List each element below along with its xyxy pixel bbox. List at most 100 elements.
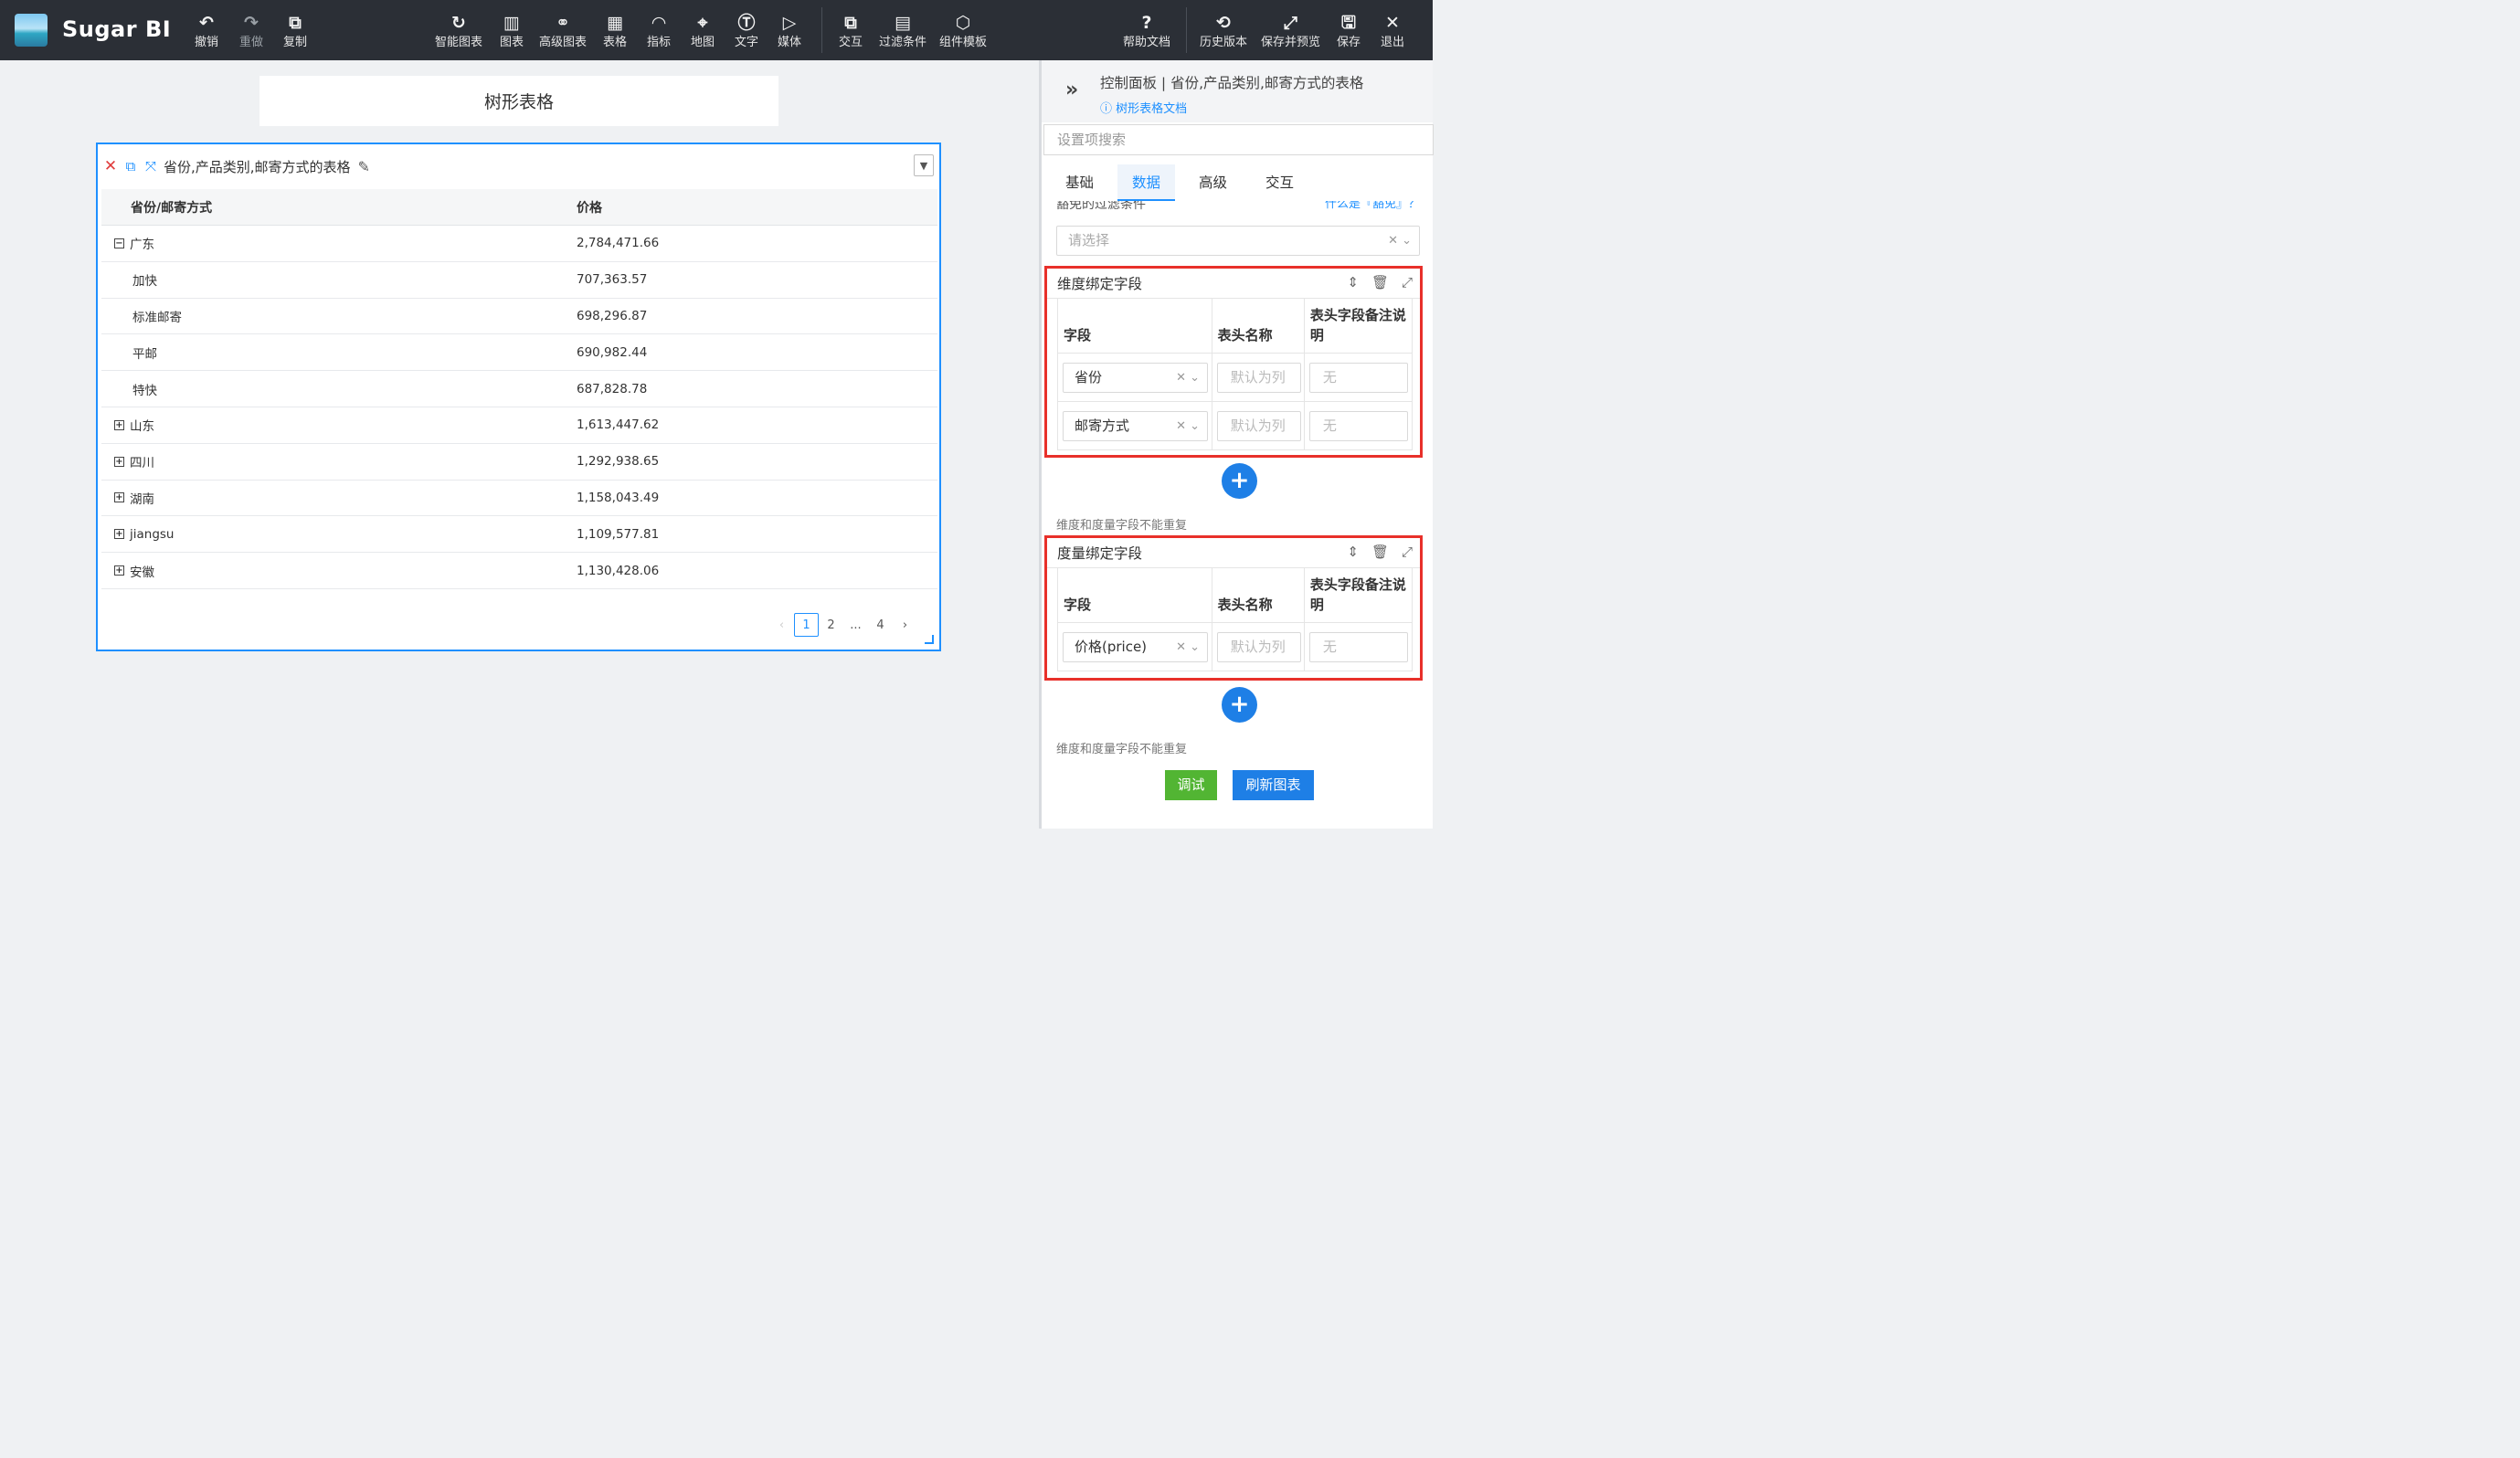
measure-binding-box: 度量绑定字段 ⇕ 🗑 ⤢ 字段 表头名称 表头字段备注说明 价格(price) ✕ ⌄… bbox=[1044, 535, 1423, 681]
clear-chevron-icon[interactable]: ✕ ⌄ bbox=[1176, 633, 1200, 661]
header-name-input[interactable]: 默认为列 bbox=[1216, 362, 1301, 393]
resize-handle[interactable] bbox=[925, 635, 934, 644]
expand-toggle-icon[interactable]: + bbox=[114, 419, 124, 430]
filter-button[interactable]: ▤ 过滤条件 bbox=[879, 11, 926, 51]
expand-icon[interactable]: ⤢ bbox=[1402, 544, 1413, 560]
expand-icon[interactable]: ⤢ bbox=[1402, 274, 1413, 291]
collapse-panel-icon[interactable]: » bbox=[1065, 79, 1078, 101]
tab-advanced[interactable]: 高级 bbox=[1184, 164, 1242, 201]
sort-icon[interactable]: ⇕ bbox=[1347, 544, 1359, 560]
trash-icon[interactable]: 🗑 bbox=[1371, 544, 1389, 560]
add-dimension-button[interactable]: + bbox=[1222, 463, 1257, 499]
redo-button[interactable]: ↷ 重做 bbox=[239, 11, 263, 51]
app-name: Sugar BI bbox=[62, 16, 172, 42]
row-name: 四川 bbox=[130, 456, 154, 471]
page-button[interactable]: 2 bbox=[819, 613, 843, 637]
copy-button[interactable]: ⧉ 复制 bbox=[283, 11, 307, 51]
field-select[interactable]: 价格(price) ✕ ⌄ bbox=[1063, 631, 1208, 662]
report-title[interactable]: 树形表格 bbox=[259, 76, 778, 126]
row-value: 1,292,938.65 bbox=[577, 454, 660, 470]
template-button[interactable]: ⬡ 组件模板 bbox=[939, 11, 987, 51]
smart-chart-icon: ↻ bbox=[451, 13, 466, 33]
help-icon: ? bbox=[1141, 13, 1152, 33]
page-ellipsis[interactable]: ... bbox=[843, 613, 868, 637]
table-icon: ▦ bbox=[607, 13, 623, 33]
tree-table-card[interactable]: ✕ ⧉ ⤧ 省份,产品类别,邮寄方式的表格 ✎ ▼ 省份/邮寄方式 价格 − 广东… bbox=[96, 143, 941, 651]
add-measure-button[interactable]: + bbox=[1222, 687, 1257, 723]
setting-search-input[interactable]: 设置项搜索 bbox=[1043, 124, 1434, 155]
save-preview-button[interactable]: ⤢ 保存并预览 bbox=[1261, 11, 1320, 51]
trash-icon[interactable]: 🗑 bbox=[1371, 274, 1389, 291]
save-button[interactable]: 🖫 保存 bbox=[1337, 11, 1361, 51]
card-title: 省份,产品类别,邮寄方式的表格 bbox=[164, 158, 351, 175]
map-button[interactable]: ⌖ 地图 bbox=[691, 11, 715, 51]
expand-toggle-icon[interactable]: + bbox=[114, 529, 124, 540]
debug-button[interactable]: 调试 bbox=[1165, 770, 1217, 800]
fullscreen-icon[interactable]: ⤧ bbox=[143, 158, 158, 174]
expand-toggle-icon[interactable]: + bbox=[114, 456, 124, 467]
table-row[interactable]: + 安徽 1,130,428.06 bbox=[101, 553, 937, 589]
expand-toggle-icon[interactable]: + bbox=[114, 565, 124, 576]
clear-chevron-icon[interactable]: ✕ ⌄ bbox=[1388, 227, 1412, 255]
undo-button[interactable]: ↶ 撤销 bbox=[195, 11, 218, 51]
history-icon: ⟲ bbox=[1216, 13, 1231, 33]
copy-icon[interactable]: ⧉ bbox=[123, 158, 138, 174]
header-note-input[interactable]: 无 bbox=[1308, 362, 1408, 393]
interaction-button[interactable]: ⧉ 交互 bbox=[839, 11, 863, 51]
edit-pencil-icon[interactable]: ✎ bbox=[358, 158, 370, 175]
table-row[interactable]: 平邮 690,982.44 bbox=[101, 334, 937, 372]
advanced-chart-button[interactable]: ⚭ 高级图表 bbox=[539, 11, 587, 51]
delete-icon[interactable]: ✕ bbox=[103, 157, 118, 175]
text-button[interactable]: Ⓣ 文字 bbox=[735, 11, 758, 51]
header-name-input[interactable]: 默认为列 bbox=[1216, 631, 1301, 662]
tab-data[interactable]: 数据 bbox=[1117, 164, 1176, 201]
table-row[interactable]: + 湖南 1,158,043.49 bbox=[101, 481, 937, 517]
media-button[interactable]: ▷ 媒体 bbox=[778, 11, 801, 51]
field-select[interactable]: 邮寄方式 ✕ ⌄ bbox=[1063, 410, 1208, 441]
table-row[interactable]: + jiangsu 1,109,577.81 bbox=[101, 516, 937, 554]
exit-button[interactable]: ✕ 退出 bbox=[1381, 11, 1404, 51]
table-row[interactable]: + 四川 1,292,938.65 bbox=[101, 444, 937, 481]
advanced-chart-icon: ⚭ bbox=[556, 13, 570, 33]
report-canvas: 树形表格 ✕ ⧉ ⤧ 省份,产品类别,邮寄方式的表格 ✎ ▼ 省份/邮寄方式 价… bbox=[0, 60, 1039, 829]
help-doc-button[interactable]: ? 帮助文档 bbox=[1123, 11, 1170, 51]
exit-icon: ✕ bbox=[1385, 13, 1400, 33]
page-button[interactable]: 1 bbox=[794, 613, 819, 637]
table-button[interactable]: ▦ 表格 bbox=[603, 11, 627, 51]
column-header[interactable]: 省份/邮寄方式 bbox=[101, 198, 577, 217]
table-row[interactable]: 特快 687,828.78 bbox=[101, 371, 937, 407]
header-note-input[interactable]: 无 bbox=[1308, 631, 1408, 662]
table-row[interactable]: − 广东 2,784,471.66 bbox=[101, 226, 937, 262]
indicator-button[interactable]: ◠ 指标 bbox=[647, 11, 671, 51]
chart-button[interactable]: ▥ 图表 bbox=[500, 11, 524, 51]
table-row[interactable]: 加快 707,363.57 bbox=[101, 262, 937, 299]
refresh-chart-button[interactable]: 刷新图表 bbox=[1233, 770, 1314, 800]
collapse-toggle-icon[interactable]: − bbox=[114, 238, 124, 248]
header-name-input[interactable]: 默认为列 bbox=[1216, 410, 1301, 441]
exempt-filter-select[interactable]: 请选择 ✕ ⌄ bbox=[1056, 226, 1420, 256]
table-row[interactable]: 标准邮寄 698,296.87 bbox=[101, 299, 937, 335]
row-label: + 四川 bbox=[101, 452, 577, 470]
column-header[interactable]: 价格 bbox=[577, 198, 937, 217]
tab-interaction[interactable]: 交互 bbox=[1251, 164, 1308, 201]
row-label: + 湖南 bbox=[101, 489, 577, 507]
sort-icon[interactable]: ⇕ bbox=[1347, 274, 1359, 291]
table-row[interactable]: + 山东 1,613,447.62 bbox=[101, 407, 937, 444]
pagination: ‹ 1 2 ... 4 › bbox=[769, 613, 917, 637]
clear-chevron-icon[interactable]: ✕ ⌄ bbox=[1176, 412, 1200, 440]
chevron-down-icon[interactable]: ▼ bbox=[914, 154, 934, 176]
doc-link[interactable]: ⓘ 树形表格文档 bbox=[1100, 99, 1187, 116]
page-button[interactable]: 4 bbox=[868, 613, 893, 637]
text-icon: Ⓣ bbox=[737, 13, 756, 33]
row-label: 标准邮寄 bbox=[101, 307, 577, 325]
tab-basic[interactable]: 基础 bbox=[1051, 164, 1108, 201]
exempt-help-link[interactable]: 什么是『豁免』？ bbox=[1325, 201, 1420, 214]
clear-chevron-icon[interactable]: ✕ ⌄ bbox=[1176, 364, 1200, 392]
history-button[interactable]: ⟲ 历史版本 bbox=[1200, 11, 1247, 51]
field-select[interactable]: 省份 ✕ ⌄ bbox=[1063, 362, 1208, 393]
prev-page-button[interactable]: ‹ bbox=[769, 613, 794, 637]
header-note-input[interactable]: 无 bbox=[1308, 410, 1408, 441]
expand-toggle-icon[interactable]: + bbox=[114, 492, 124, 503]
next-page-button[interactable]: › bbox=[893, 613, 917, 637]
smart-chart-button[interactable]: ↻ 智能图表 bbox=[435, 11, 482, 51]
